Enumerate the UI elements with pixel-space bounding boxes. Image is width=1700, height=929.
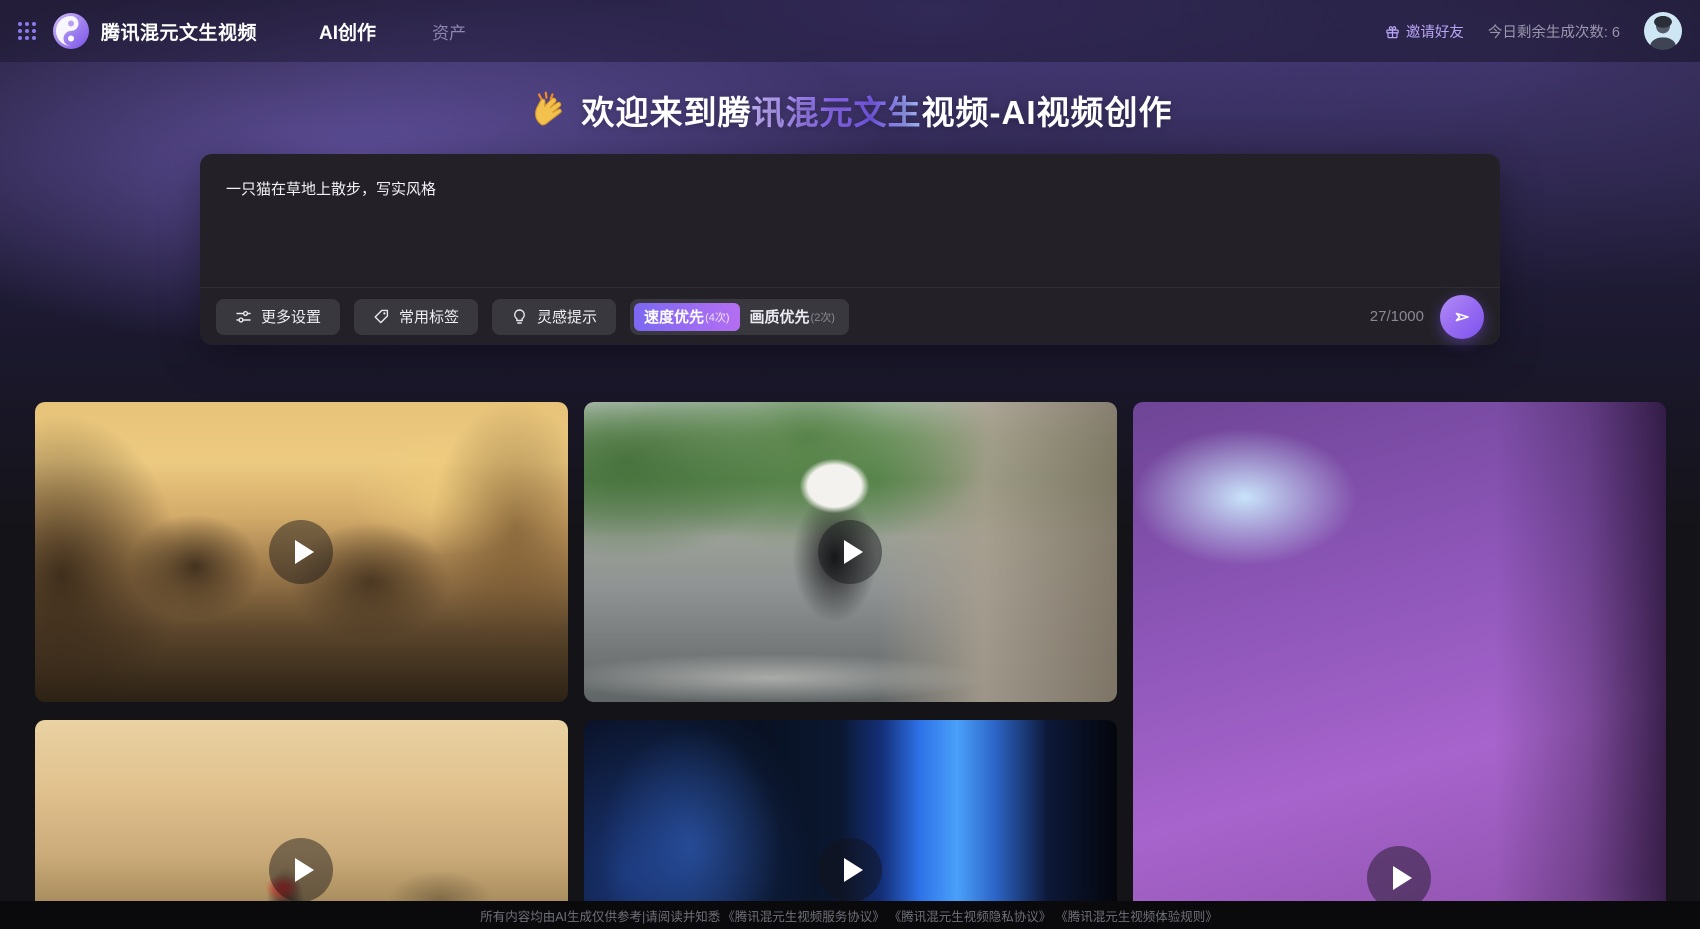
common-tags-label: 常用标签 — [399, 309, 460, 326]
play-overlay — [1133, 402, 1666, 929]
char-counter: 27/1000 — [1369, 308, 1424, 325]
generation-mode-toggle: 速度优先 (4次) 画质优先 (2次) — [630, 298, 849, 335]
video-card-blue-face[interactable] — [583, 720, 1117, 929]
invite-friends-label: 邀请好友 — [1405, 24, 1464, 41]
daily-quota-text: 今日剩余生成次数: 6 — [1487, 24, 1620, 41]
play-overlay — [35, 402, 568, 702]
clapping-hands-emoji-icon — [534, 91, 562, 126]
play-icon — [295, 858, 314, 882]
more-settings-label: 更多设置 — [261, 309, 322, 326]
video-card-panda-bicycle[interactable] — [583, 402, 1117, 702]
play-button[interactable] — [818, 520, 882, 584]
footer-link-privacy-agreement[interactable]: 《腾讯混元生视频隐私协议》 — [889, 906, 1052, 925]
gift-icon — [1386, 25, 1399, 38]
play-overlay — [584, 402, 1117, 702]
composer-right-controls: 27/1000 — [1369, 294, 1484, 339]
mode-speed-count: (4次) — [705, 311, 730, 324]
navbar: 腾讯混元文生视频 AI创作 资产 邀请好友 今日剩余生成次数: 6 — [0, 0, 1700, 62]
footer-link-service-agreement[interactable]: 《腾讯混元生视频服务协议》 — [722, 906, 885, 925]
video-card-figure-room-girl[interactable] — [1132, 402, 1666, 929]
tab-ai-creation[interactable]: AI创作 — [319, 18, 376, 45]
mode-quality-label: 画质优先 — [749, 309, 810, 326]
nav-tabs: AI创作 资产 — [319, 18, 466, 45]
play-overlay — [35, 720, 568, 929]
generate-send-button[interactable] — [1440, 294, 1484, 339]
mode-quality-priority[interactable]: 画质优先 (2次) — [740, 303, 845, 331]
footer-link-experience-rules[interactable]: 《腾讯混元生视频体验规则》 — [1055, 906, 1218, 925]
hunyuan-logo-icon — [53, 13, 89, 49]
app-title: 腾讯混元文生视频 — [101, 22, 258, 44]
user-avatar[interactable] — [1644, 12, 1682, 50]
play-icon — [1393, 866, 1412, 890]
gallery-column-3 — [1132, 402, 1666, 929]
video-gallery — [34, 402, 1666, 929]
invite-friends-button[interactable]: 邀请好友 — [1385, 21, 1464, 42]
app-launcher-grid-icon[interactable] — [18, 22, 36, 40]
prompt-composer-panel: 一只猫在草地上散步，写实风格 更多设置 常用标签 灵感提示 速度优先 (4次) … — [200, 154, 1500, 345]
play-button[interactable] — [269, 520, 333, 584]
mode-quality-count: (2次) — [810, 311, 835, 324]
tab-assets[interactable]: 资产 — [432, 19, 466, 44]
footer-text: 所有内容均由AI生成仅供参考|请阅读并知悉 — [480, 909, 721, 924]
hero-title-row: 欢迎来到腾讯混元文生视频-AI视频创作 — [0, 86, 1700, 134]
gallery-column-1 — [34, 402, 568, 929]
more-settings-button[interactable]: 更多设置 — [216, 298, 341, 335]
title-suffix: 视频-AI视频创作 — [921, 94, 1173, 131]
page: 腾讯混元文生视频 AI创作 资产 邀请好友 今日剩余生成次数: 6 欢迎来到腾讯… — [0, 0, 1700, 929]
page-title: 欢迎来到腾讯混元文生视频-AI视频创作 — [582, 86, 1173, 134]
sliders-icon — [236, 310, 251, 323]
play-icon — [844, 540, 863, 564]
prompt-input[interactable]: 一只猫在草地上散步，写实风格 — [200, 154, 1500, 287]
gallery-column-2 — [583, 402, 1117, 929]
send-arrow-icon — [1455, 312, 1469, 321]
video-card-penguin-scarf[interactable] — [34, 720, 568, 929]
composer-controls: 更多设置 常用标签 灵感提示 速度优先 (4次) 画质优先 (2次) 27/10… — [200, 287, 1500, 345]
footer-disclaimer: 所有内容均由AI生成仅供参考|请阅读并知悉 《腾讯混元生视频服务协议》 《腾讯混… — [0, 901, 1700, 929]
inspiration-label: 灵感提示 — [537, 309, 598, 326]
inspiration-button[interactable]: 灵感提示 — [492, 298, 617, 335]
play-overlay — [584, 720, 1117, 929]
title-prefix: 欢迎来到腾 — [581, 94, 752, 131]
play-icon — [295, 540, 314, 564]
common-tags-button[interactable]: 常用标签 — [354, 298, 479, 335]
mode-speed-priority[interactable]: 速度优先 (4次) — [634, 302, 740, 331]
play-icon — [844, 858, 863, 882]
tag-icon — [374, 309, 389, 324]
play-button[interactable] — [818, 838, 882, 902]
title-highlight: 讯混元文生 — [751, 94, 922, 131]
mode-speed-label: 速度优先 — [644, 309, 705, 326]
navbar-right: 邀请好友 今日剩余生成次数: 6 — [1385, 12, 1682, 50]
play-button[interactable] — [269, 838, 333, 902]
video-card-paris-cafe[interactable] — [34, 402, 568, 702]
lightbulb-icon — [514, 309, 525, 324]
